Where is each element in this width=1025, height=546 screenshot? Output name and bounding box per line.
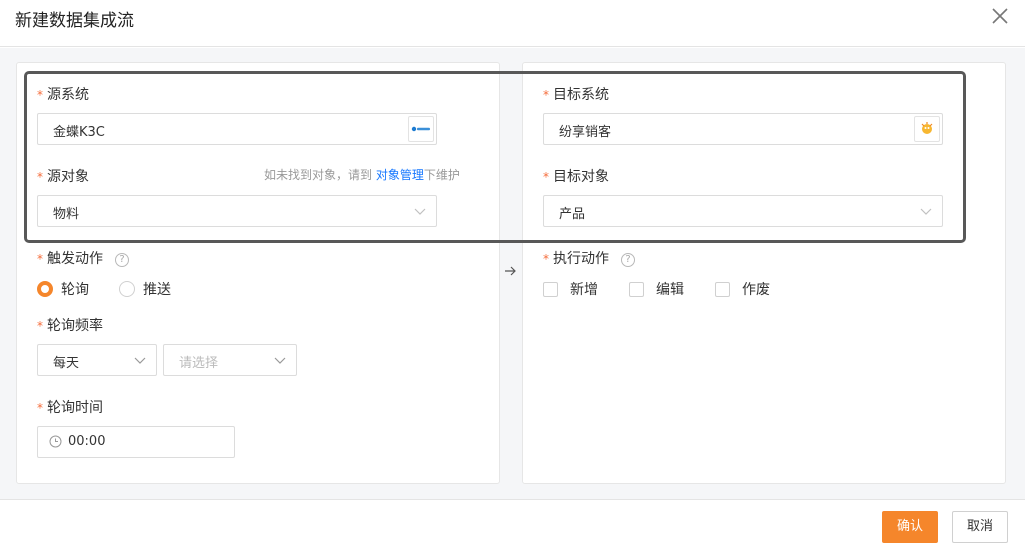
source-object-label: * 源对象	[37, 169, 89, 185]
dialog-footer: 确认 取消	[0, 499, 1025, 546]
target-system-value: 纷享销客	[559, 125, 612, 140]
target-system-label: * 目标系统	[543, 87, 609, 103]
checkbox-edit[interactable]: 编辑	[629, 279, 684, 299]
target-object-select[interactable]: 产品	[543, 195, 943, 227]
confirm-button[interactable]: 确认	[882, 511, 938, 543]
help-icon[interactable]: ?	[621, 253, 635, 267]
help-icon[interactable]: ?	[115, 253, 129, 267]
source-object-value: 物料	[53, 207, 80, 222]
required-mark: *	[37, 170, 43, 184]
trigger-action-label: * 触发动作?	[37, 248, 129, 268]
frequency-select[interactable]: 每天	[37, 344, 157, 376]
execute-action-label: * 执行动作?	[543, 248, 635, 268]
chevron-down-icon	[134, 357, 146, 364]
source-system-field[interactable]: 金蝶K3C	[37, 113, 437, 145]
fxiaoke-logo-icon	[914, 116, 940, 142]
time-value: 00:00	[68, 434, 106, 449]
radio-checked-icon	[37, 281, 53, 297]
close-icon[interactable]	[989, 5, 1011, 27]
target-object-value: 产品	[559, 207, 586, 222]
source-object-select[interactable]: 物料	[37, 195, 437, 227]
kingdee-logo-icon	[408, 116, 434, 142]
frequency-detail-placeholder: 请选择	[179, 356, 219, 371]
required-mark: *	[543, 88, 549, 102]
frequency-value: 每天	[53, 356, 80, 371]
target-system-field[interactable]: 纷享销客	[543, 113, 943, 145]
chevron-down-icon	[920, 208, 932, 215]
radio-poll[interactable]: 轮询	[37, 279, 89, 299]
time-picker[interactable]: 00:00	[37, 426, 235, 458]
object-hint: 如未找到对象，请到 对象管理下维护	[264, 168, 460, 182]
source-system-value: 金蝶K3C	[53, 125, 105, 140]
poll-time-label: * 轮询时间	[37, 400, 103, 416]
checkbox-icon	[543, 282, 558, 297]
checkbox-void[interactable]: 作废	[715, 279, 770, 299]
required-mark: *	[37, 252, 43, 266]
required-mark: *	[37, 319, 43, 333]
radio-push[interactable]: 推送	[119, 279, 171, 299]
dialog-title: 新建数据集成流	[15, 11, 134, 31]
required-mark: *	[37, 401, 43, 415]
target-object-label: * 目标对象	[543, 169, 609, 185]
checkbox-icon	[629, 282, 644, 297]
checkbox-add[interactable]: 新增	[543, 279, 598, 299]
clock-icon	[49, 435, 62, 448]
checkbox-icon	[715, 282, 730, 297]
required-mark: *	[37, 88, 43, 102]
radio-unchecked-icon	[119, 281, 135, 297]
poll-frequency-label: * 轮询频率	[37, 318, 103, 334]
required-mark: *	[543, 170, 549, 184]
object-management-link[interactable]: 对象管理	[376, 168, 424, 182]
dialog-header: 新建数据集成流	[0, 0, 1025, 47]
frequency-detail-select[interactable]: 请选择	[163, 344, 297, 376]
arrow-right-icon	[505, 266, 516, 276]
chevron-down-icon	[274, 357, 286, 364]
source-system-label: * 源系统	[37, 87, 89, 103]
chevron-down-icon	[414, 208, 426, 215]
cancel-button[interactable]: 取消	[952, 511, 1008, 543]
required-mark: *	[543, 252, 549, 266]
